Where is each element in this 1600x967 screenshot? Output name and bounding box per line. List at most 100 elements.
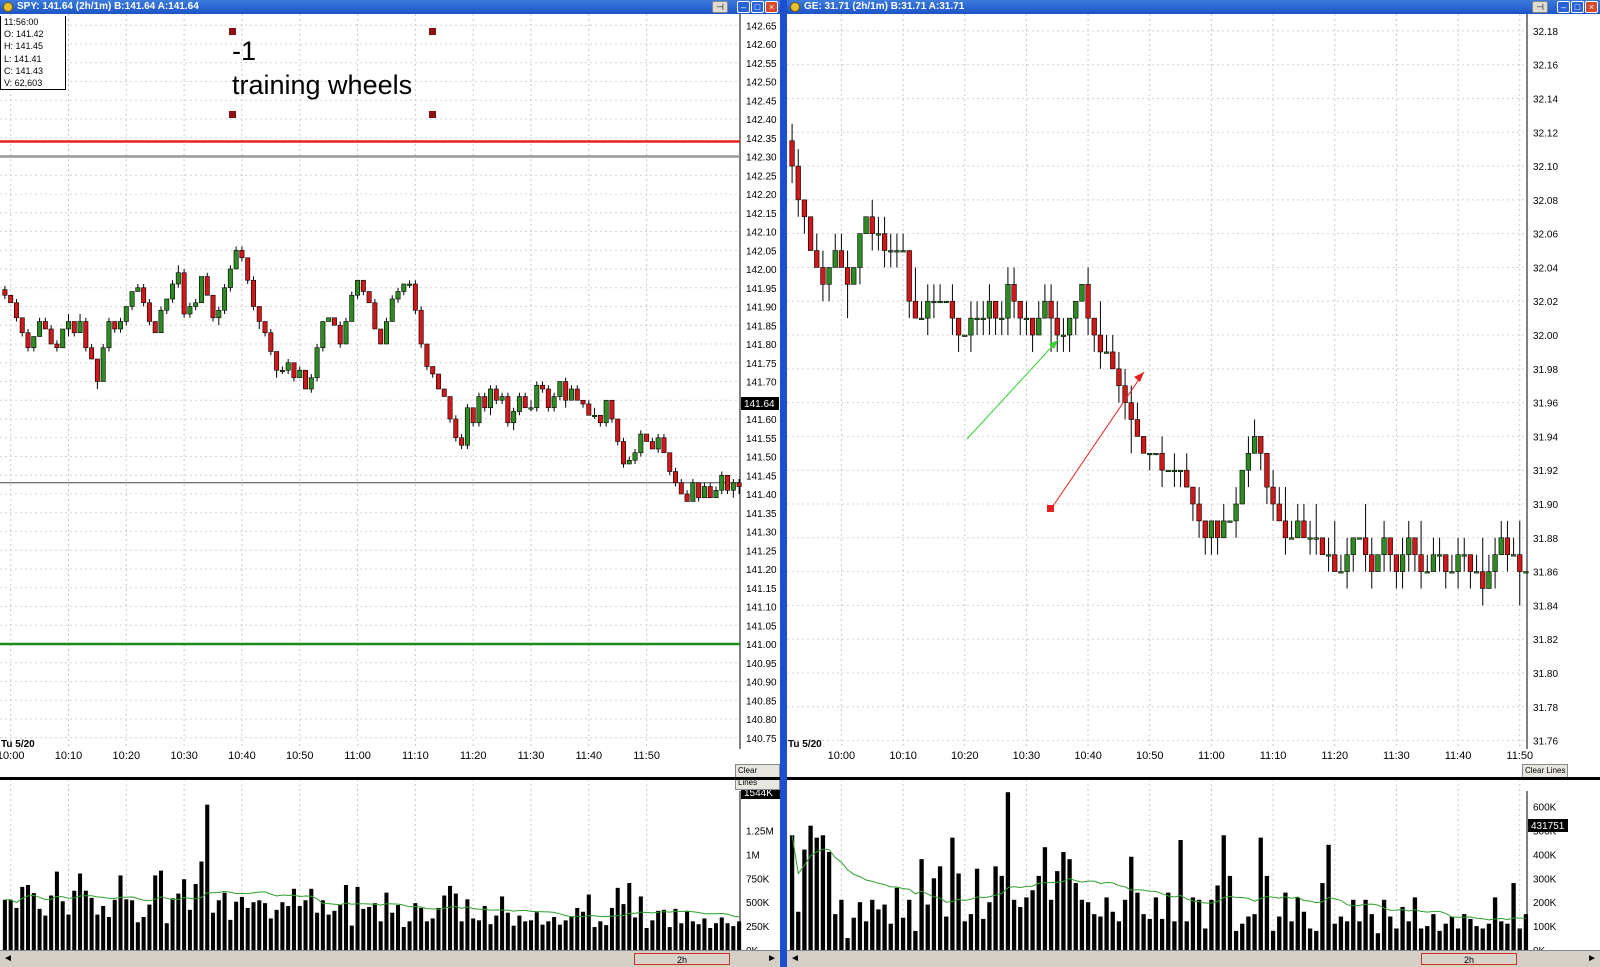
candle [355, 279, 361, 296]
maximize-button[interactable]: □ [751, 1, 764, 13]
volume-bar [1030, 890, 1035, 950]
scroll-thumb[interactable]: 2h [634, 953, 730, 965]
volume-bar [101, 906, 106, 950]
candle [279, 369, 285, 373]
y-tick-label: 31.94 [1533, 432, 1558, 443]
y-tick-label: 32.10 [1533, 162, 1558, 173]
volume-bar [888, 923, 893, 950]
volume-tick-label: 500K [746, 898, 770, 909]
ge-horizontal-scrollbar[interactable]: ◄ 2h ► [787, 950, 1600, 967]
minimize-button[interactable]: – [737, 1, 750, 13]
candle [522, 396, 528, 409]
candle [1171, 469, 1178, 473]
candle [2, 289, 8, 296]
resize-handle[interactable] [429, 111, 436, 118]
candle [557, 381, 563, 397]
ge-candlestick-chart[interactable]: 10:00 10:10 10:20 10:30 10:40 10:50 11:00 11:10… [787, 14, 1600, 967]
candle [725, 474, 731, 491]
maximize-button[interactable]: □ [1571, 1, 1584, 13]
volume-bar [25, 884, 31, 950]
resize-handle[interactable] [229, 111, 236, 118]
candle [60, 328, 66, 349]
spy-candlestick-chart[interactable]: 10:00 10:10 10:20 10:30 10:40 10:50 11:00 11:10… [0, 14, 780, 967]
ge-chart-window[interactable]: GE: 31.71 (2h/1m) B:31.71 A:31.71 ⊣ – □ … [787, 0, 1600, 967]
volume-bar [1338, 916, 1344, 950]
candle [1060, 334, 1067, 337]
volume-bar [1517, 928, 1522, 950]
spy-chart-window[interactable]: SPY: 141.64 (2h/1m) B:141.64 A:141.64 ⊣ … [0, 0, 780, 967]
volume-bar [1159, 918, 1165, 950]
candle [100, 347, 106, 382]
chart-annotation-text[interactable]: -1 training wheels [232, 34, 412, 102]
spy-horizontal-scrollbar[interactable]: ◄ 2h ► [0, 950, 780, 967]
candle [66, 321, 71, 330]
candle [48, 328, 54, 345]
scroll-left-icon[interactable]: ◄ [3, 953, 13, 965]
annotation-line-1: -1 [232, 36, 257, 66]
candle [1048, 300, 1054, 319]
pin-icon[interactable]: ⊣ [1532, 1, 1548, 13]
volume-bar [430, 918, 435, 950]
y-tick-label: 141.10 [746, 603, 777, 614]
candle [1159, 453, 1165, 471]
candle [141, 287, 147, 304]
candle [37, 321, 43, 337]
candle [838, 250, 845, 268]
pane-separator[interactable] [0, 777, 780, 780]
candle [540, 384, 546, 390]
volume-bar [309, 888, 314, 950]
x-tick-label: 11:00 [1198, 750, 1225, 762]
window-divider[interactable] [780, 0, 787, 967]
volume-bar [713, 923, 719, 950]
volume-bar [1098, 916, 1103, 950]
resize-handle[interactable] [229, 28, 236, 35]
scroll-left-icon[interactable]: ◄ [790, 953, 800, 965]
candle [470, 407, 476, 424]
scroll-right-icon[interactable]: ► [1587, 953, 1597, 965]
scroll-thumb[interactable]: 2h [1421, 953, 1517, 965]
close-button[interactable]: × [1585, 1, 1598, 13]
volume-bar [673, 908, 678, 950]
y-tick-label: 142.10 [746, 228, 777, 239]
volume-bar [153, 875, 158, 950]
candle [1023, 317, 1030, 320]
pane-separator[interactable] [787, 777, 1600, 780]
resize-handle[interactable] [429, 28, 436, 35]
clear-lines-button[interactable]: Clear Lines [1522, 764, 1569, 778]
volume-bar [1332, 923, 1337, 950]
volume-bar [981, 918, 986, 950]
scroll-right-icon[interactable]: ► [767, 953, 777, 965]
candle [1498, 537, 1504, 555]
pin-icon[interactable]: ⊣ [712, 1, 728, 13]
ge-title-bar[interactable]: GE: 31.71 (2h/1m) B:31.71 A:31.71 ⊣ – □ … [787, 0, 1600, 14]
y-tick-label: 31.92 [1533, 466, 1558, 477]
volume-bar [1431, 914, 1436, 950]
candle [516, 396, 522, 412]
x-tick-label: 11:50 [1506, 750, 1533, 762]
volume-bar [245, 907, 250, 950]
ohlc-low: L: 141.41 [4, 53, 42, 64]
volume-bar [1394, 928, 1399, 950]
spy-title-bar[interactable]: SPY: 141.64 (2h/1m) B:141.64 A:141.64 ⊣ … [0, 0, 780, 14]
day-label: Tu 5/20 [788, 739, 822, 750]
day-label: Tu 5/20 [1, 739, 35, 750]
volume-bar [644, 928, 649, 950]
volume-bar [685, 910, 690, 950]
volume-bar [1406, 921, 1411, 950]
candle [1344, 554, 1350, 572]
x-tick-label: 10:00 [828, 750, 856, 762]
volume-bar [1221, 835, 1226, 950]
candle [25, 332, 31, 349]
volume-bar [580, 911, 586, 950]
volume-bar [638, 896, 643, 950]
volume-bar [557, 924, 562, 950]
candle [1449, 571, 1455, 574]
minimize-button[interactable]: – [1557, 1, 1570, 13]
volume-tick-label: 250K [746, 922, 770, 933]
y-tick-label: 141.25 [746, 546, 777, 557]
y-tick-label: 142.15 [746, 209, 777, 220]
candle [1381, 537, 1387, 555]
volume-bar [1307, 928, 1313, 950]
candle [1091, 317, 1097, 336]
close-button[interactable]: × [765, 1, 778, 13]
